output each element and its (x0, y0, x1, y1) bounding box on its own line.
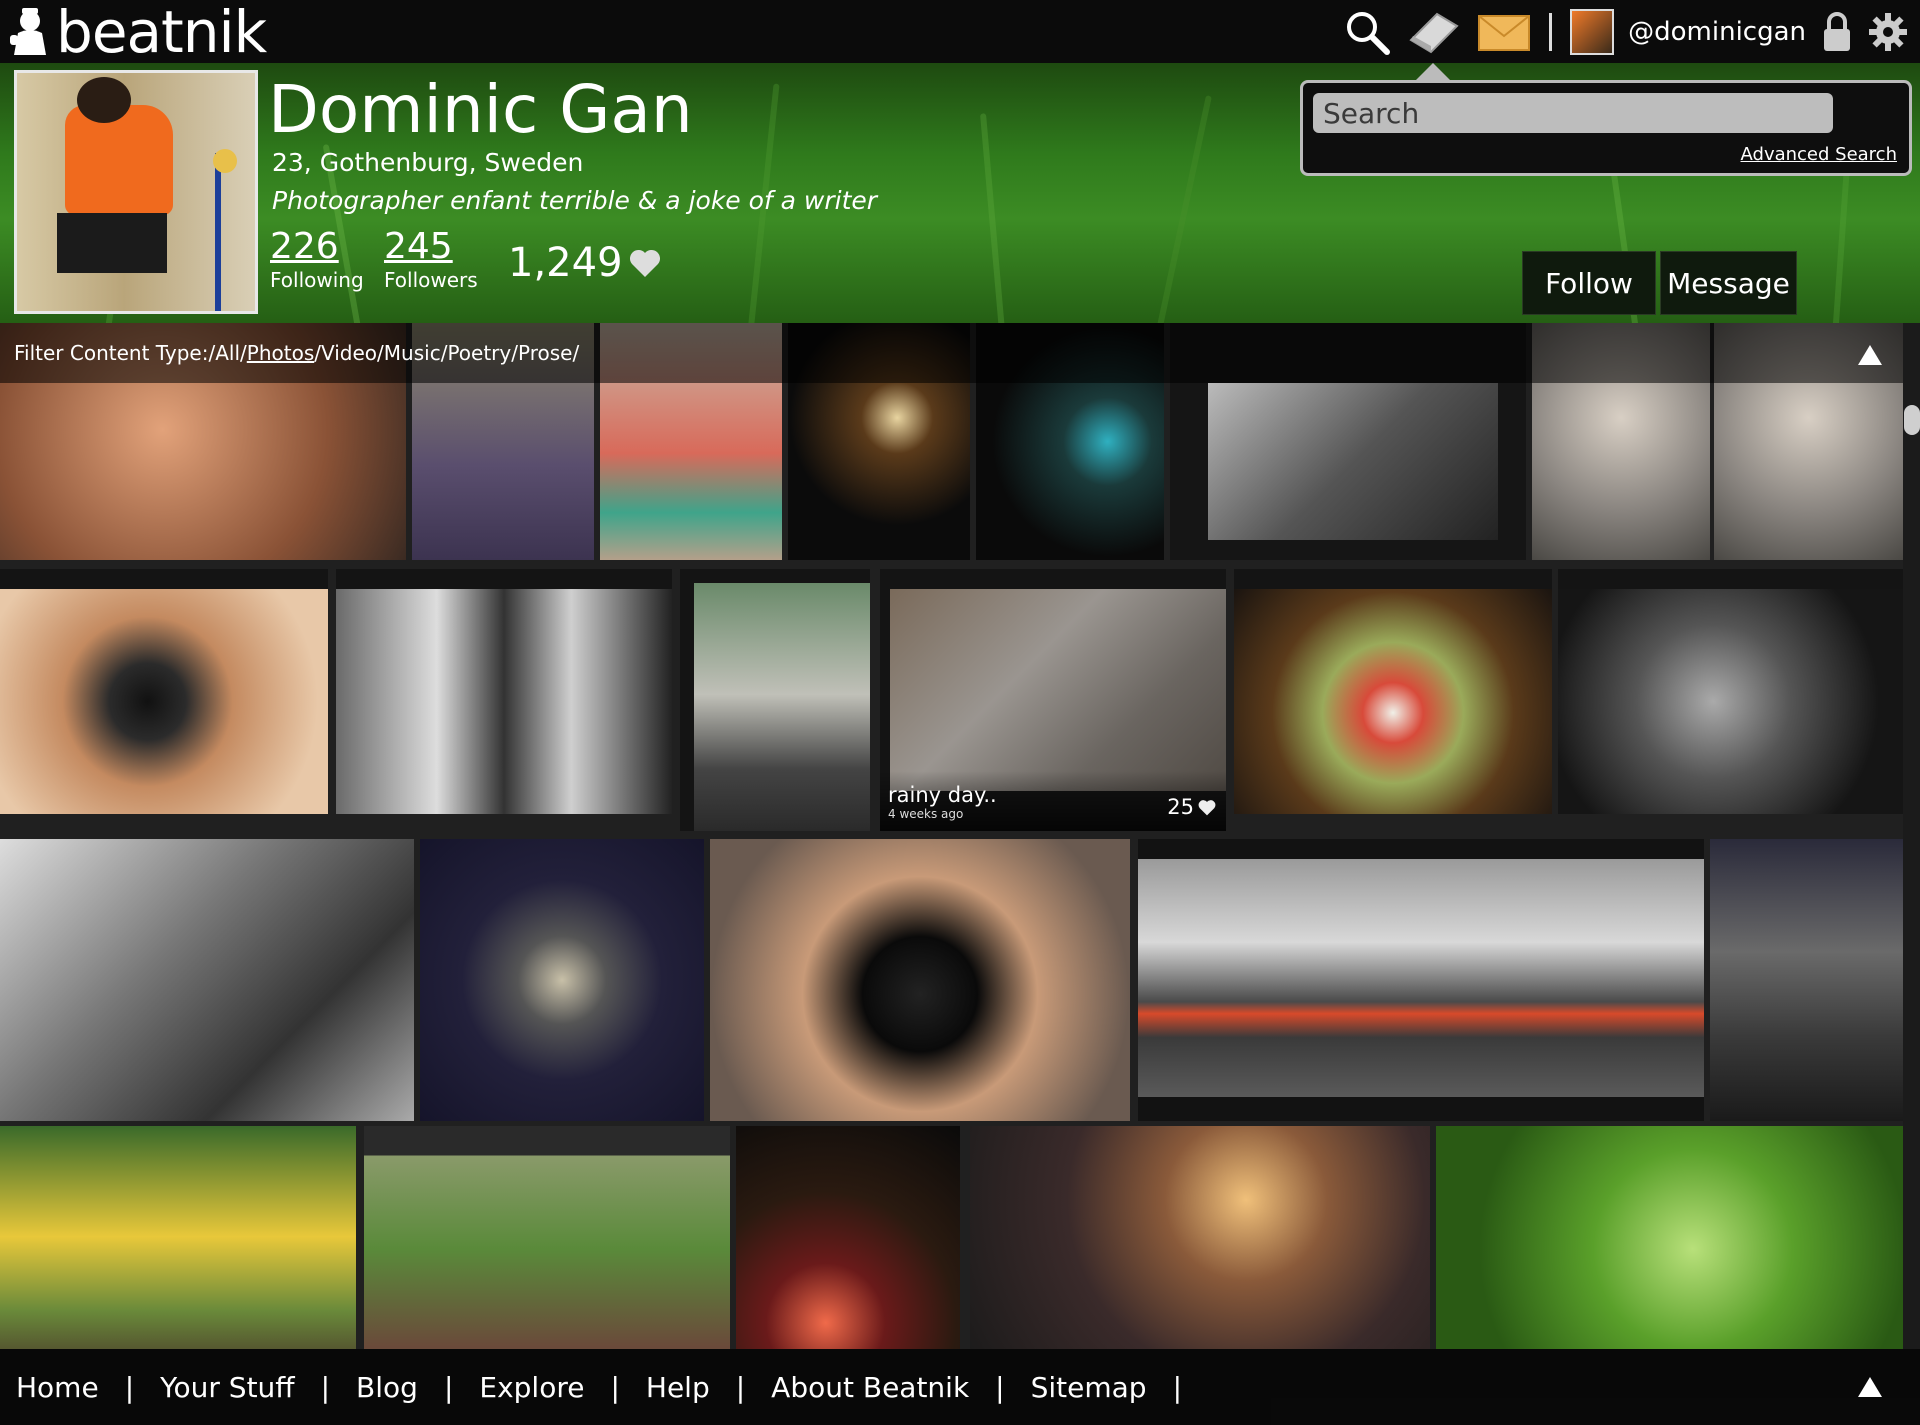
photo-tile[interactable] (0, 839, 414, 1121)
likes-total: 1,249 (508, 240, 661, 286)
nav-separator: | (443, 1370, 454, 1404)
photo-tile[interactable] (736, 1126, 960, 1349)
search-panel: Advanced Search (1300, 63, 1912, 176)
likes-count: 1,249 (508, 240, 623, 286)
tile-age: 4 weeks ago (888, 807, 964, 821)
photo-tile[interactable] (1558, 569, 1903, 814)
nav-separator: | (995, 1370, 1005, 1404)
search-icon[interactable] (1343, 8, 1391, 56)
username-link[interactable]: @dominicgan (1628, 17, 1806, 47)
filter-option-photos[interactable]: Photos (247, 341, 314, 365)
tile-likes: 25 (1167, 795, 1216, 819)
user-avatar[interactable] (1570, 8, 1615, 55)
message-button[interactable]: Message (1660, 251, 1797, 315)
gear-icon[interactable] (1868, 12, 1908, 52)
following-count[interactable]: 226 (270, 226, 364, 268)
photo-tile[interactable] (364, 1126, 730, 1349)
beatnik-mascot-icon (10, 8, 46, 55)
scrollbar-track[interactable] (1903, 323, 1920, 1349)
photo-tile[interactable] (336, 569, 672, 814)
photo-tile[interactable] (1436, 1126, 1903, 1349)
profile-photo[interactable] (14, 70, 258, 314)
bottom-nav: Home | Your Stuff | Blog | Explore | Hel… (0, 1349, 1920, 1425)
tile-title: rainy day.. (888, 783, 997, 807)
lock-icon[interactable] (1822, 11, 1852, 53)
photo-tile[interactable] (710, 839, 1130, 1121)
photo-tile[interactable] (0, 569, 328, 814)
photo-tile[interactable] (1138, 839, 1704, 1121)
search-input[interactable] (1313, 93, 1833, 133)
filter-option-music[interactable]: Music (384, 341, 441, 365)
heart-icon (1198, 799, 1216, 815)
nav-separator: | (1172, 1370, 1183, 1404)
advanced-search-link[interactable]: Advanced Search (1741, 144, 1897, 165)
photo-tile[interactable] (420, 839, 704, 1121)
filter-option-poetry-prose[interactable]: Poetry/Prose (447, 341, 572, 365)
nav-explore[interactable]: Explore (479, 1371, 584, 1404)
divider (1549, 12, 1553, 51)
followers-stat[interactable]: 245 Followers (384, 226, 478, 292)
nav-help[interactable]: Help (646, 1371, 710, 1404)
photo-grid: rainy day.. 4 weeks ago 25 (0, 323, 1903, 1349)
photo-tile[interactable] (1234, 569, 1552, 814)
photo-tile[interactable] (1710, 839, 1903, 1121)
collapse-filter-arrow-icon[interactable] (1858, 345, 1882, 365)
tile-caption: rainy day.. 4 weeks ago (888, 783, 997, 821)
scrollbar-thumb[interactable] (1904, 405, 1920, 435)
notebook-icon[interactable] (1407, 10, 1461, 54)
nav-your-stuff[interactable]: Your Stuff (160, 1371, 294, 1404)
filter-option-all[interactable]: All (215, 341, 240, 365)
nav-blog[interactable]: Blog (356, 1371, 418, 1404)
tile-likes-count: 25 (1167, 795, 1194, 819)
photo-tile[interactable] (680, 569, 870, 831)
photo-tile[interactable] (0, 1126, 356, 1349)
followers-count[interactable]: 245 (384, 226, 478, 268)
filter-bar: Filter Content Type: / All / Photos / Vi… (0, 323, 1903, 383)
filter-separator: / (240, 341, 247, 365)
profile-name: Dominic Gan (268, 71, 693, 148)
beatnik-logo[interactable]: beatnik (8, 0, 267, 66)
filter-separator: / (440, 341, 448, 365)
filter-separator: / (314, 341, 321, 365)
following-label: Following (270, 268, 364, 292)
following-stat[interactable]: 226 Following (270, 226, 364, 292)
photo-tile[interactable] (970, 1126, 1430, 1349)
scroll-to-top-arrow-icon[interactable] (1858, 1377, 1882, 1397)
profile-location: 23, Gothenburg, Sweden (272, 148, 584, 177)
nav-separator: | (735, 1370, 746, 1404)
filter-separator: / (377, 341, 384, 365)
nav-separator: | (610, 1370, 620, 1404)
app-name: beatnik (56, 0, 267, 66)
filter-label: Filter Content Type: (14, 341, 209, 365)
followers-label: Followers (384, 268, 478, 292)
top-bar: beatnik @dominicgan (0, 0, 1920, 63)
nav-home[interactable]: Home (16, 1371, 99, 1404)
heart-icon (629, 249, 660, 277)
mail-icon[interactable] (1477, 12, 1531, 52)
nav-about-beatnik[interactable]: About Beatnik (771, 1371, 969, 1404)
nav-separator: | (320, 1370, 331, 1404)
filter-option-video[interactable]: Video (321, 341, 377, 365)
nav-separator: | (124, 1370, 135, 1404)
search-panel-pointer (1415, 63, 1451, 81)
photo-tile-rainy-day[interactable]: rainy day.. 4 weeks ago 25 (880, 569, 1226, 831)
filter-separator: / (572, 341, 580, 365)
profile-bio: Photographer enfant terrible & a joke of… (272, 186, 878, 215)
nav-sitemap[interactable]: Sitemap (1031, 1371, 1147, 1404)
filter-separator: / (208, 341, 216, 365)
follow-button[interactable]: Follow (1522, 251, 1656, 315)
